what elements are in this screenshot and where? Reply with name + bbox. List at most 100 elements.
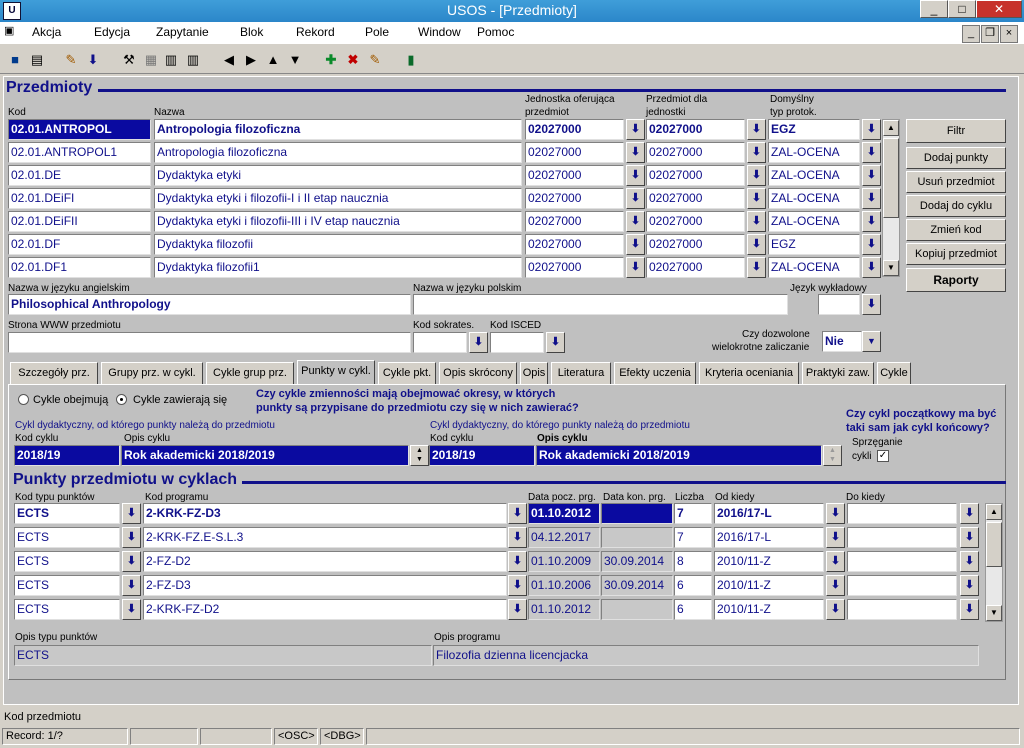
liczba-field[interactable]: 8	[674, 551, 712, 572]
jednostka-lov-icon[interactable]: ⬇	[626, 211, 645, 232]
scroll-thumb[interactable]	[986, 522, 1002, 567]
przedmiot-dla-lov-icon[interactable]: ⬇	[747, 119, 766, 140]
tab-11[interactable]: Cykle	[877, 362, 911, 384]
jednostka-lov-icon[interactable]: ⬇	[626, 234, 645, 255]
jezyk-field[interactable]	[818, 294, 860, 315]
kod-programu-lov-icon[interactable]: ⬇	[508, 527, 527, 548]
query-icon[interactable]: ⚒	[120, 51, 138, 69]
kod-field[interactable]: 02.01.DF	[8, 234, 151, 255]
do-kiedy-lov-icon[interactable]: ⬇	[960, 599, 979, 620]
jednostka-field[interactable]: 02027000	[525, 188, 624, 209]
menu-pole[interactable]: Pole	[365, 25, 389, 39]
typ-punktow-field[interactable]: ECTS	[14, 503, 120, 524]
next-record-icon[interactable]: ▼	[286, 51, 304, 69]
typ-protokolu-lov-icon[interactable]: ⬇	[862, 234, 881, 255]
kod-programu-field[interactable]: 2-FZ-D2	[143, 551, 507, 572]
od-kiedy-field[interactable]: 2010/11-Z	[714, 551, 824, 572]
przedmiot-dla-lov-icon[interactable]: ⬇	[747, 234, 766, 255]
maximize-button[interactable]: □	[948, 0, 976, 18]
kod-field[interactable]: 02.01.ANTROPOL1	[8, 142, 151, 163]
do-kiedy-field[interactable]	[847, 551, 957, 572]
mdi-restore-button[interactable]: ❐	[981, 25, 999, 43]
do-kiedy-field[interactable]	[847, 527, 957, 548]
menu-pomoc[interactable]: Pomoc	[477, 25, 514, 39]
close-button[interactable]: ✕	[976, 0, 1022, 18]
execute-query-icon[interactable]: ▦	[142, 51, 160, 69]
menu-akcja[interactable]: Akcja	[32, 25, 61, 39]
przedmiot-dla-field[interactable]: 02027000	[646, 165, 745, 186]
scroll-up-icon[interactable]: ▲	[986, 504, 1002, 520]
typ-protokolu-lov-icon[interactable]: ⬇	[862, 211, 881, 232]
dodaj-punkty-button[interactable]: Dodaj punkty	[906, 147, 1006, 169]
scroll-down-icon[interactable]: ▼	[883, 260, 899, 276]
tab-8[interactable]: Efekty uczenia	[614, 362, 696, 384]
tab-1[interactable]: Grupy prz. w cykl.	[101, 362, 203, 384]
menu-zapytanie[interactable]: Zapytanie	[156, 25, 209, 39]
save-icon[interactable]: ■	[6, 51, 24, 69]
chevron-down-icon[interactable]: ▼	[862, 331, 881, 352]
scroll-down-icon[interactable]: ▼	[986, 605, 1002, 621]
tab-7[interactable]: Literatura	[551, 362, 611, 384]
download-icon[interactable]: ⬇	[84, 51, 102, 69]
typ-protokolu-lov-icon[interactable]: ⬇	[862, 165, 881, 186]
przedmiot-dla-lov-icon[interactable]: ⬇	[747, 188, 766, 209]
do-kiedy-lov-icon[interactable]: ⬇	[960, 575, 979, 596]
print-icon[interactable]: ▤	[28, 51, 46, 69]
usun-przedmiot-button[interactable]: Usuń przedmiot	[906, 171, 1006, 193]
typ-punktow-field[interactable]: ECTS	[14, 599, 120, 620]
next-block-icon[interactable]: ▶	[242, 51, 260, 69]
typ-protokolu-field[interactable]: EGZ	[768, 119, 860, 140]
kopiuj-przedmiot-button[interactable]: Kopiuj przedmiot	[906, 243, 1006, 265]
sokrates-field[interactable]	[413, 332, 467, 353]
kod-field[interactable]: 02.01.DEiFI	[8, 188, 151, 209]
typ-protokolu-lov-icon[interactable]: ⬇	[862, 188, 881, 209]
mdi-minimize-button[interactable]: _	[962, 25, 980, 43]
www-field[interactable]	[8, 332, 411, 353]
typ-protokolu-field[interactable]: ZAL-OCENA	[768, 165, 860, 186]
jednostka-field[interactable]: 02027000	[525, 211, 624, 232]
kod-programu-field[interactable]: 2-KRK-FZ.E-S.L.3	[143, 527, 507, 548]
przedmiot-dla-field[interactable]: 02027000	[646, 257, 745, 278]
nazwa-field[interactable]: Antropologia filozoficzna	[154, 142, 522, 163]
punkty-scrollbar[interactable]: ▲ ▼	[985, 503, 1003, 622]
typ-punktow-field[interactable]: ECTS	[14, 551, 120, 572]
jednostka-field[interactable]: 02027000	[525, 142, 624, 163]
kod-programu-field[interactable]: 2-KRK-FZ-D2	[143, 599, 507, 620]
przedmiot-dla-lov-icon[interactable]: ⬇	[747, 165, 766, 186]
exit-icon[interactable]: ▮	[402, 51, 420, 69]
kod-programu-lov-icon[interactable]: ⬇	[508, 599, 527, 620]
nazwa-field[interactable]: Antropologia filozoficzna	[154, 119, 522, 140]
przedmiot-dla-field[interactable]: 02027000	[646, 119, 745, 140]
mdi-close-button[interactable]: ×	[1000, 25, 1018, 43]
typ-protokolu-field[interactable]: EGZ	[768, 234, 860, 255]
delete-record-icon[interactable]: ✖	[344, 51, 362, 69]
kod-programu-field[interactable]: 2-KRK-FZ-D3	[143, 503, 507, 524]
jednostka-field[interactable]: 02027000	[525, 119, 624, 140]
do-opis-cyklu-field[interactable]: Rok akademicki 2018/2019	[536, 445, 822, 466]
liczba-field[interactable]: 6	[674, 575, 712, 596]
sprzeganie-checkbox[interactable]: ✓	[877, 450, 889, 462]
od-kiedy-lov-icon[interactable]: ⬇	[826, 575, 845, 596]
przedmiot-dla-lov-icon[interactable]: ⬇	[747, 211, 766, 232]
form-icon[interactable]: ▣	[4, 24, 14, 37]
jednostka-lov-icon[interactable]: ⬇	[626, 165, 645, 186]
menu-window[interactable]: Window	[418, 25, 461, 39]
typ-punktow-lov-icon[interactable]: ⬇	[122, 599, 141, 620]
menu-rekord[interactable]: Rekord	[296, 25, 335, 39]
count-icon[interactable]: ▥	[162, 51, 180, 69]
przedmiot-dla-field[interactable]: 02027000	[646, 142, 745, 163]
kod-programu-lov-icon[interactable]: ⬇	[508, 575, 527, 596]
jednostka-lov-icon[interactable]: ⬇	[626, 188, 645, 209]
tab-2[interactable]: Cykle grup prz.	[206, 362, 294, 384]
previous-record-icon[interactable]: ▲	[264, 51, 282, 69]
jezyk-lov-icon[interactable]: ⬇	[862, 294, 881, 315]
typ-protokolu-field[interactable]: ZAL-OCENA	[768, 211, 860, 232]
od-kiedy-field[interactable]: 2010/11-Z	[714, 575, 824, 596]
nazwa-field[interactable]: Dydaktyka etyki	[154, 165, 522, 186]
typ-protokolu-field[interactable]: ZAL-OCENA	[768, 142, 860, 163]
isced-lov-icon[interactable]: ⬇	[546, 332, 565, 353]
nazwa-field[interactable]: Dydaktyka filozofii1	[154, 257, 522, 278]
zmien-kod-button[interactable]: Zmień kod	[906, 219, 1006, 241]
nazwa-field[interactable]: Dydaktyka etyki i filozofii-I i II etap …	[154, 188, 522, 209]
jednostka-field[interactable]: 02027000	[525, 234, 624, 255]
